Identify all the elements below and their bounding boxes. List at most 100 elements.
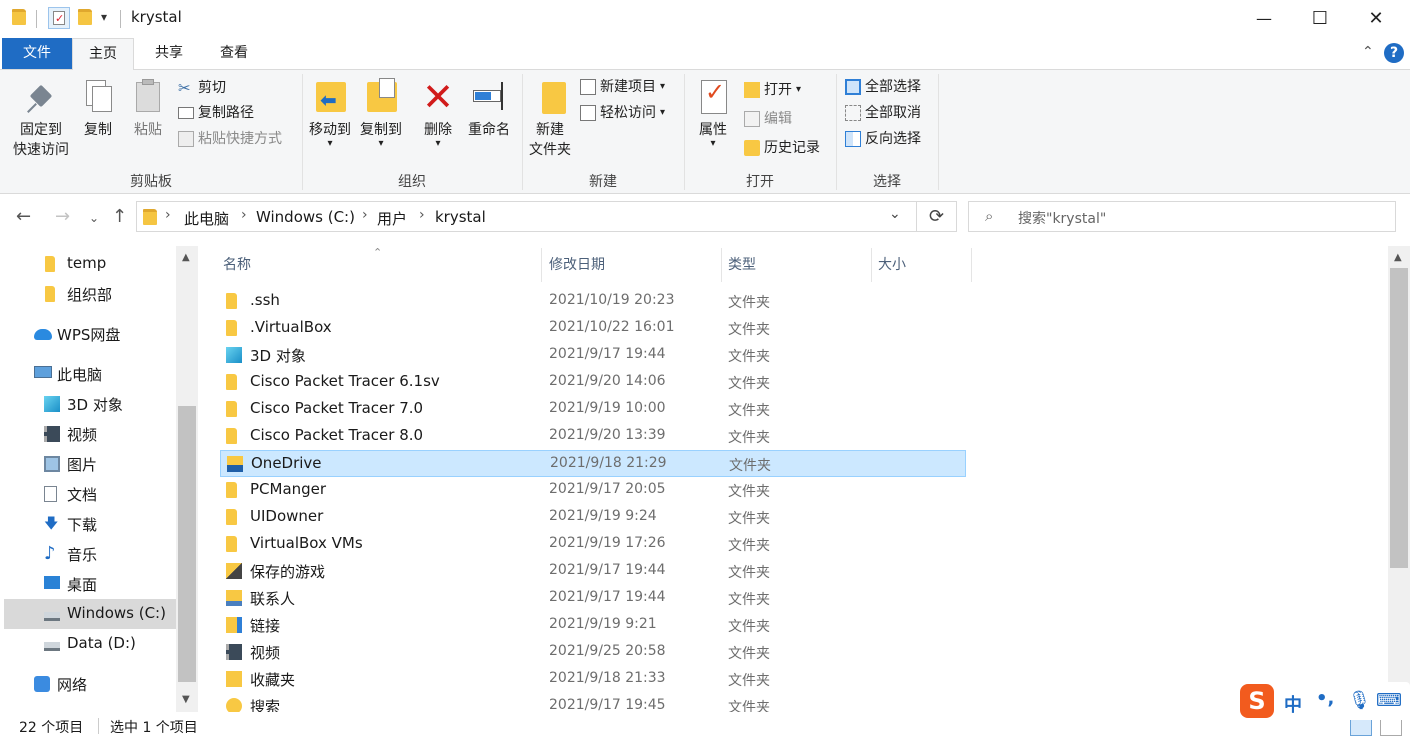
file-name: 收藏夹 <box>250 671 296 689</box>
ime-punctuation-toggle[interactable]: •, <box>1316 688 1334 709</box>
nav-item-5[interactable]: 视频 <box>0 419 176 449</box>
scroll-up-icon[interactable]: ▲ <box>1394 252 1402 263</box>
close-button[interactable]: ✕ <box>1348 0 1404 38</box>
tab-view[interactable]: 查看 <box>204 38 264 69</box>
move-to-button[interactable]: ⬅ 移动到 ▾ <box>306 78 354 149</box>
recent-locations-button[interactable]: ⌄ <box>89 211 99 225</box>
edit-button[interactable]: 编辑 <box>744 107 792 131</box>
tab-share[interactable]: 共享 <box>140 38 198 69</box>
paste-shortcut-button[interactable]: 粘贴快捷方式 <box>178 127 282 151</box>
file-row[interactable]: VirtualBox VMs 2021/9/19 17:26 文件夹 <box>220 531 966 558</box>
breadcrumb-users[interactable]: 用户 <box>377 208 407 229</box>
new-folder-button[interactable]: 新建 文件夹 <box>526 78 574 160</box>
nav-item-13[interactable]: 网络 <box>0 669 176 699</box>
file-list-scrollbar[interactable]: ▲ <box>1388 246 1410 712</box>
file-row[interactable]: 视频 2021/9/25 20:58 文件夹 <box>220 639 966 666</box>
nav-item-3[interactable]: 此电脑 <box>0 359 176 389</box>
file-name: 视频 <box>250 644 281 662</box>
refresh-button[interactable]: ⟳ <box>916 201 957 232</box>
file-name: 3D 对象 <box>250 347 306 365</box>
nav-item-label: 音乐 <box>67 546 98 564</box>
file-row[interactable]: OneDrive 2021/9/18 21:29 文件夹 <box>220 450 966 477</box>
back-button[interactable]: ← <box>16 206 31 227</box>
history-button[interactable]: 历史记录 <box>744 136 820 160</box>
scroll-down-icon[interactable]: ▼ <box>182 694 190 705</box>
file-row[interactable]: 收藏夹 2021/9/18 21:33 文件夹 <box>220 666 966 693</box>
easy-access-button[interactable]: 轻松访问 ▾ <box>580 101 665 125</box>
open-button[interactable]: 打开 ▾ <box>744 78 801 102</box>
ime-language-toggle[interactable]: 中 <box>1284 691 1302 717</box>
properties-button[interactable]: ✓ 属性 ▾ <box>692 78 734 149</box>
nav-pane-scrollbar[interactable]: ▲ ▼ <box>176 246 198 712</box>
folder-icon <box>45 256 55 272</box>
nav-scroll-thumb[interactable] <box>178 406 196 682</box>
keyboard-icon[interactable]: ⌨ <box>1376 690 1402 711</box>
address-bar[interactable]: › 此电脑 › Windows (C:) › 用户 › krystal ⌄ <box>136 201 917 232</box>
help-icon[interactable]: ? <box>1384 43 1404 63</box>
file-scroll-thumb[interactable] <box>1390 268 1408 568</box>
file-row[interactable]: .ssh 2021/10/19 20:23 文件夹 <box>220 288 966 315</box>
new-item-button[interactable]: 新建项目 ▾ <box>580 75 665 99</box>
file-row[interactable]: 联系人 2021/9/17 19:44 文件夹 <box>220 585 966 612</box>
nav-item-0[interactable]: temp <box>0 249 176 279</box>
breadcrumb-krystal[interactable]: krystal <box>435 208 486 226</box>
address-dropdown-icon[interactable]: ⌄ <box>889 206 901 222</box>
delete-button[interactable]: ✕ 删除 ▾ <box>418 78 458 149</box>
nav-item-11[interactable]: Windows (C:) <box>4 599 176 629</box>
column-name[interactable]: 名称 <box>223 254 251 274</box>
breadcrumb-this-pc[interactable]: 此电脑 <box>184 208 229 229</box>
select-all-button[interactable]: 全部选择 <box>845 75 921 99</box>
microphone-icon[interactable]: 🎙 <box>1348 690 1371 711</box>
file-row[interactable]: UIDowner 2021/9/19 9:24 文件夹 <box>220 504 966 531</box>
cut-button[interactable]: ✂ 剪切 <box>178 76 226 100</box>
search-input[interactable]: ⌕ 搜索"krystal" <box>968 201 1396 232</box>
nav-item-1[interactable]: 组织部 <box>0 279 176 309</box>
file-row[interactable]: Cisco Packet Tracer 8.0 2021/9/20 13:39 文件… <box>220 423 966 450</box>
column-size[interactable]: 大小 <box>878 254 906 274</box>
nav-item-7[interactable]: 文档 <box>0 479 176 509</box>
forward-button[interactable]: → <box>55 206 70 227</box>
tab-file[interactable]: 文件 <box>2 38 72 69</box>
nav-item-label: 桌面 <box>67 576 98 594</box>
breadcrumb-windows-c[interactable]: Windows (C:) <box>256 208 355 226</box>
file-row[interactable]: Cisco Packet Tracer 7.0 2021/9/19 10:00 文件… <box>220 396 966 423</box>
cube-icon <box>44 396 60 412</box>
file-date: 2021/9/19 17:26 <box>549 535 666 551</box>
file-row[interactable]: 链接 2021/9/19 9:21 文件夹 <box>220 612 966 639</box>
select-none-button[interactable]: 全部取消 <box>845 101 921 125</box>
folder-icon <box>143 209 157 225</box>
tab-home[interactable]: 主页 <box>72 38 134 70</box>
nav-item-8[interactable]: 🡇 下载 <box>0 509 176 539</box>
minimize-button[interactable]: — <box>1236 0 1292 38</box>
copy-to-button[interactable]: 复制到 ▾ <box>356 78 406 149</box>
nav-item-12[interactable]: Data (D:) <box>0 629 176 659</box>
copy-path-button[interactable]: 复制路径 <box>178 101 254 125</box>
up-button[interactable]: ↑ <box>112 206 127 227</box>
properties-quick-access-icon[interactable]: ✓ <box>48 7 70 29</box>
nav-item-4[interactable]: 3D 对象 <box>0 389 176 419</box>
collapse-ribbon-icon[interactable]: ⌃ <box>1362 44 1374 60</box>
column-date[interactable]: 修改日期 <box>549 254 605 274</box>
file-row[interactable]: 保存的游戏 2021/9/17 19:44 文件夹 <box>220 558 966 585</box>
nav-item-9[interactable]: ♪ 音乐 <box>0 539 176 569</box>
pin-to-quick-access-button[interactable]: 固定到 快速访问 <box>6 78 76 160</box>
file-row[interactable]: PCManger 2021/9/17 20:05 文件夹 <box>220 477 966 504</box>
customize-quick-access-icon[interactable]: ▾ <box>101 10 107 24</box>
nav-item-label: 网络 <box>57 676 88 694</box>
copy-button[interactable]: 复制 <box>78 78 118 140</box>
paste-button[interactable]: 粘贴 <box>128 78 168 140</box>
rename-button[interactable]: 重命名 <box>464 78 514 140</box>
file-row[interactable]: 搜索 2021/9/17 19:45 文件夹 <box>220 693 966 712</box>
file-row[interactable]: Cisco Packet Tracer 6.1sv 2021/9/20 14:06… <box>220 369 966 396</box>
file-row[interactable]: 3D 对象 2021/9/17 19:44 文件夹 <box>220 342 966 369</box>
scroll-up-icon[interactable]: ▲ <box>182 252 190 263</box>
new-folder-quick-access-icon[interactable] <box>78 9 92 25</box>
nav-item-10[interactable]: 桌面 <box>0 569 176 599</box>
invert-selection-button[interactable]: 反向选择 <box>845 127 921 151</box>
nav-item-2[interactable]: WPS网盘 <box>0 319 176 349</box>
sogou-logo-icon[interactable]: S <box>1240 684 1274 718</box>
column-type[interactable]: 类型 <box>728 254 756 274</box>
file-row[interactable]: .VirtualBox 2021/10/22 16:01 文件夹 <box>220 315 966 342</box>
nav-item-6[interactable]: 图片 <box>0 449 176 479</box>
maximize-button[interactable]: ☐ <box>1292 0 1348 38</box>
